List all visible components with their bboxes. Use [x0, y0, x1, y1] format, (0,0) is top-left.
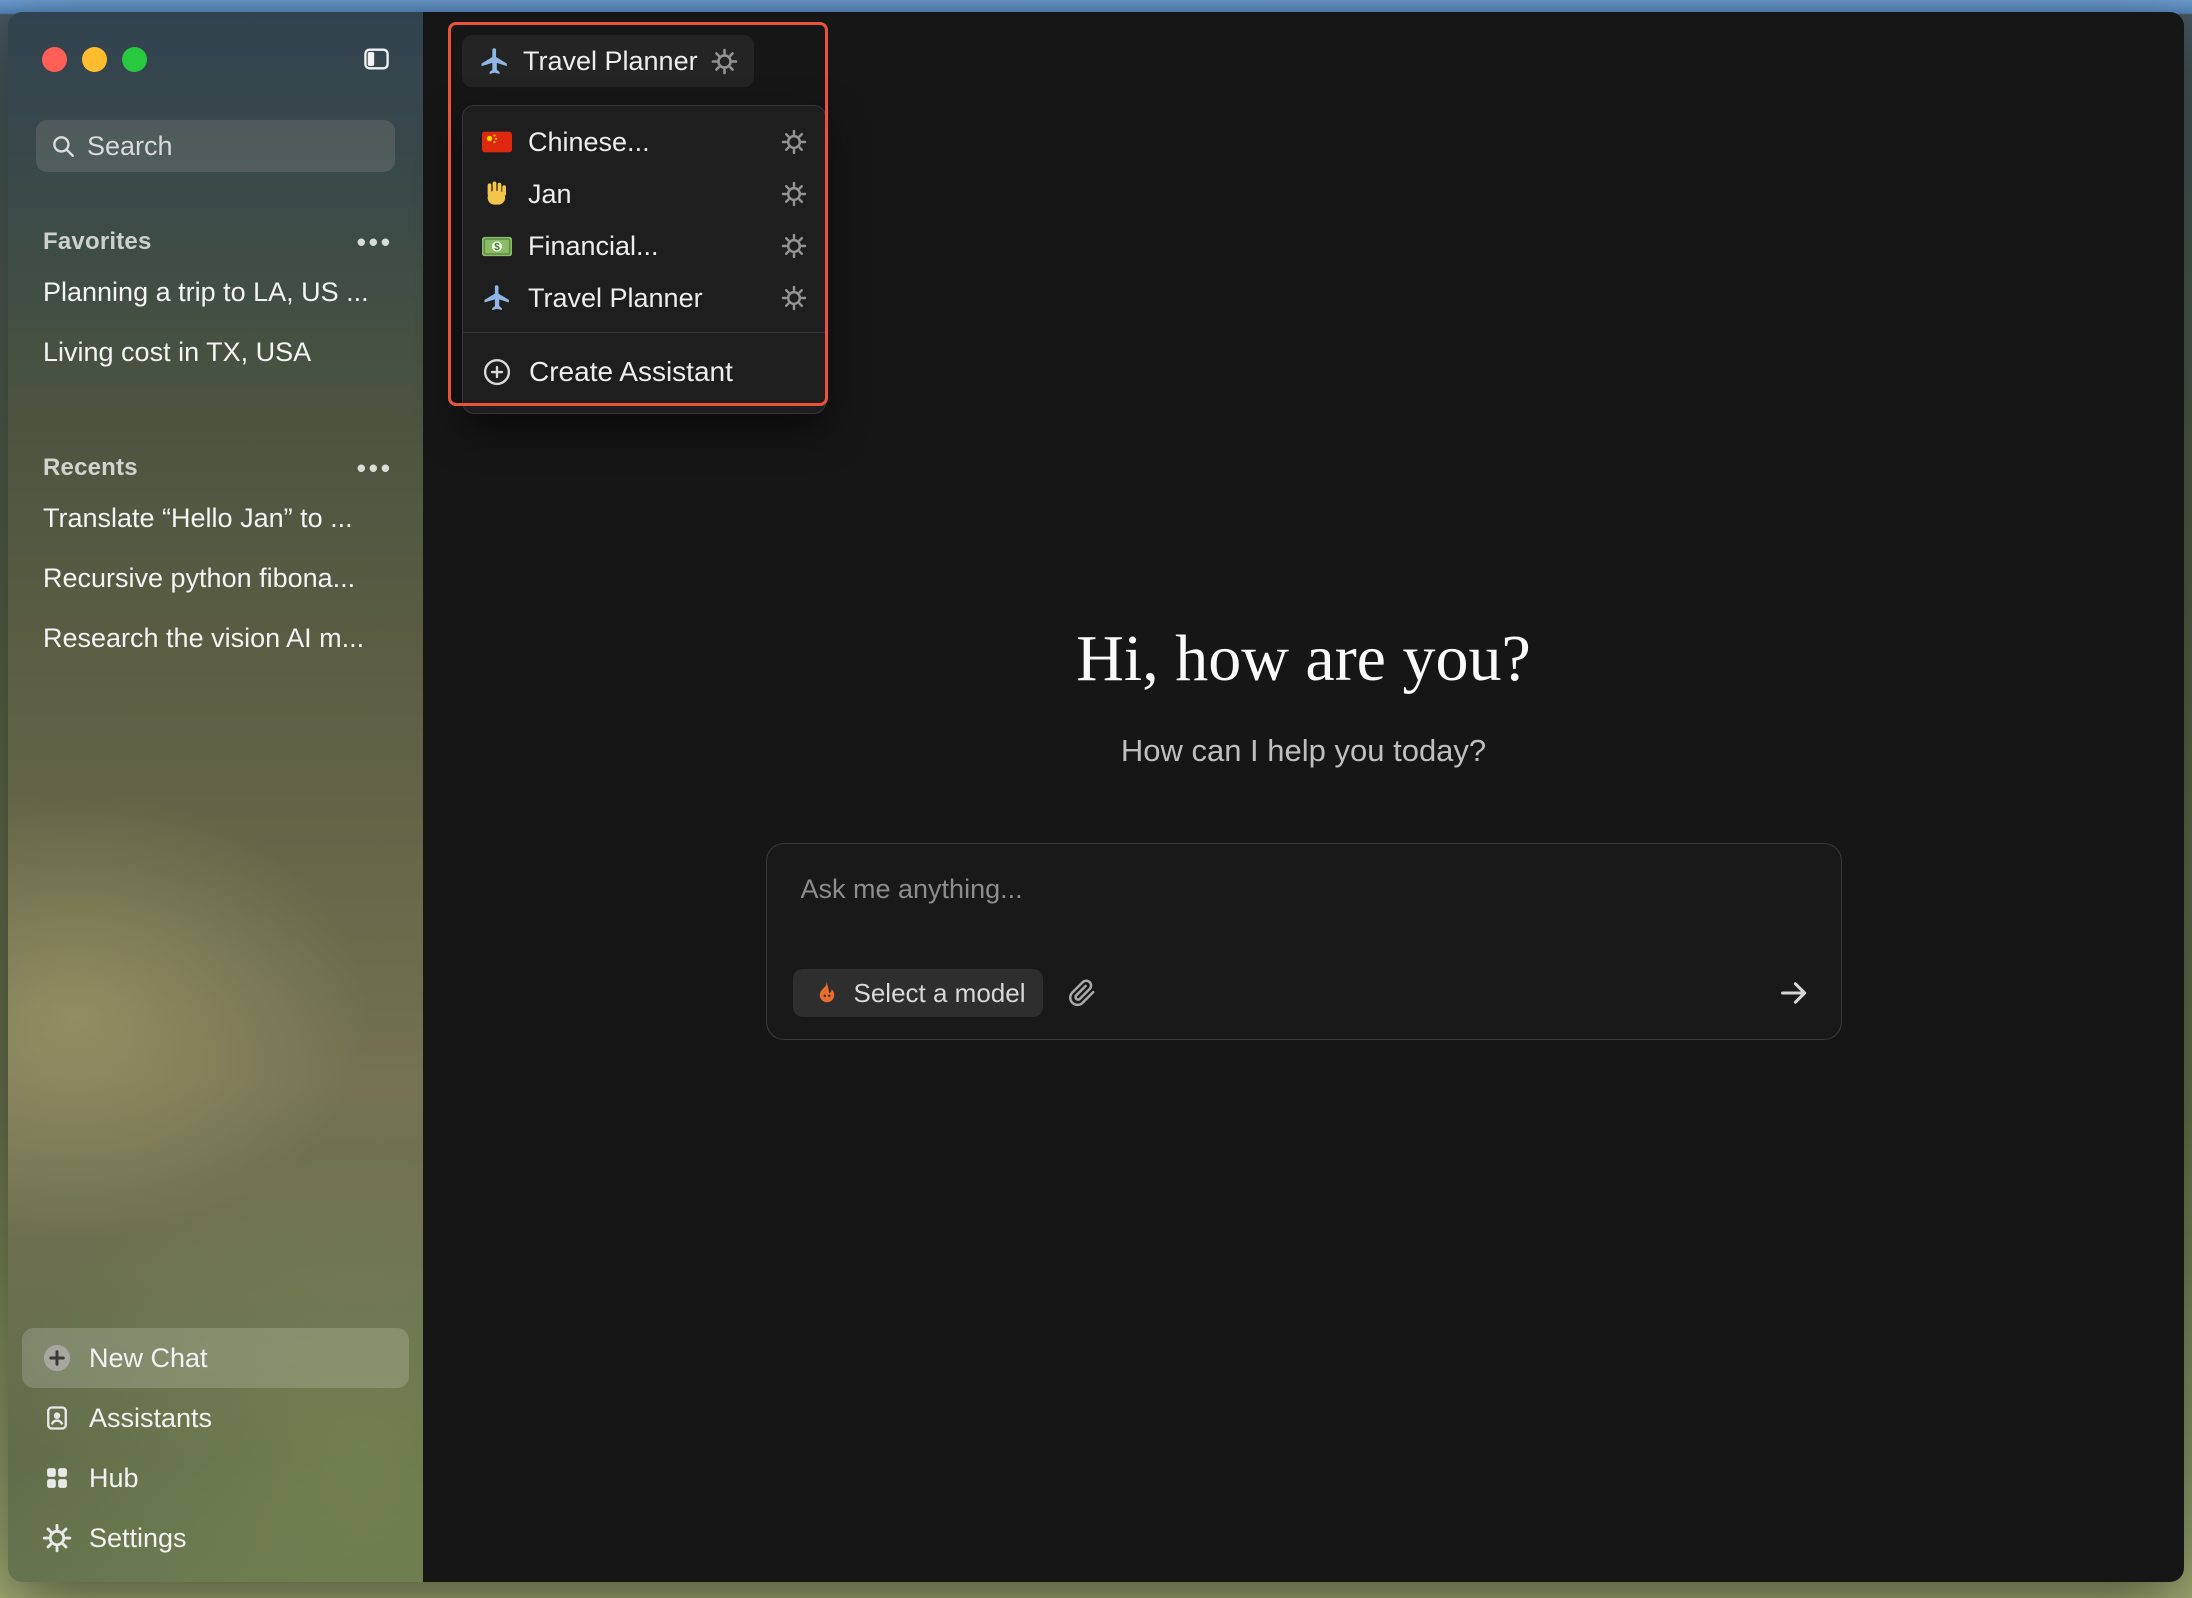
greeting-title: Hi, how are you?: [1076, 624, 1531, 693]
sidebar-footer: New Chat Assistants Hub Settings: [8, 1328, 423, 1582]
minimize-button[interactable]: [82, 47, 107, 72]
welcome-area: Hi, how are you? How can I help you toda…: [423, 624, 2184, 1040]
menu-divider: [463, 332, 825, 333]
recents-section: Recents ••• Translate “Hello Jan” to ...…: [8, 448, 423, 668]
new-chat-button[interactable]: New Chat: [22, 1328, 409, 1388]
chat-item[interactable]: Living cost in TX, USA: [8, 322, 423, 382]
grid-icon: [42, 1463, 72, 1493]
new-chat-label: New Chat: [89, 1343, 208, 1374]
create-assistant-button[interactable]: Create Assistant: [463, 341, 825, 403]
chat-item[interactable]: Research the vision AI m...: [8, 608, 423, 668]
hub-button[interactable]: Hub: [22, 1448, 409, 1508]
titlebar: [8, 12, 423, 74]
model-provider-icon: [811, 978, 841, 1008]
chat-item[interactable]: Translate “Hello Jan” to ...: [8, 488, 423, 548]
settings-button[interactable]: Settings: [22, 1508, 409, 1568]
hub-label: Hub: [89, 1463, 139, 1494]
main-panel: Travel Planner Chinese... Jan: [423, 12, 2184, 1582]
assistant-badge-icon: [42, 1403, 72, 1433]
gear-icon: [42, 1523, 72, 1553]
plus-icon: [42, 1343, 72, 1373]
model-select-label: Select a model: [854, 978, 1026, 1009]
recents-label: Recents: [43, 454, 138, 482]
chat-item[interactable]: Recursive python fibona...: [8, 548, 423, 608]
airplane-icon: [478, 45, 510, 77]
favorites-section: Favorites ••• Planning a trip to LA, US …: [8, 222, 423, 382]
assistant-item-settings-icon[interactable]: [781, 129, 807, 155]
search-icon: [50, 133, 76, 159]
model-select-button[interactable]: Select a model: [793, 969, 1044, 1017]
zoom-button[interactable]: [122, 47, 147, 72]
assistant-selector[interactable]: Travel Planner: [462, 35, 754, 87]
window-controls: [42, 47, 147, 72]
assistant-menu: Chinese... Jan Financial...: [462, 105, 826, 414]
plus-circle-icon: [481, 356, 513, 388]
arrow-right-icon: [1777, 976, 1811, 1010]
assistant-settings-icon[interactable]: [711, 48, 738, 75]
attach-button[interactable]: [1067, 978, 1097, 1008]
assistant-menu-item[interactable]: Travel Planner: [463, 272, 825, 324]
recents-more-button[interactable]: •••: [357, 455, 393, 481]
assistant-item-settings-icon[interactable]: [781, 181, 807, 207]
composer-toolbar: Select a model: [793, 969, 1811, 1017]
assistant-menu-item[interactable]: Chinese...: [463, 116, 825, 168]
assistant-item-settings-icon[interactable]: [781, 233, 807, 259]
search-input[interactable]: [87, 131, 441, 162]
sidebar-sections: Favorites ••• Planning a trip to LA, US …: [8, 172, 423, 1328]
greeting-subtitle: How can I help you today?: [1121, 733, 1486, 769]
assistant-menu-item[interactable]: Jan: [463, 168, 825, 220]
chat-item[interactable]: Planning a trip to LA, US ...: [8, 262, 423, 322]
assistant-name: Travel Planner: [523, 46, 698, 77]
assistants-label: Assistants: [89, 1403, 212, 1434]
send-button[interactable]: [1777, 976, 1811, 1010]
sidebar-toggle-icon[interactable]: [359, 44, 393, 74]
assistant-menu-item[interactable]: Financial...: [463, 220, 825, 272]
settings-label: Settings: [89, 1523, 187, 1554]
paperclip-icon: [1067, 978, 1097, 1008]
message-composer[interactable]: Select a model: [766, 843, 1842, 1040]
close-button[interactable]: [42, 47, 67, 72]
china-flag-icon: [481, 126, 513, 158]
sidebar: Favorites ••• Planning a trip to LA, US …: [8, 12, 423, 1582]
favorites-more-button[interactable]: •••: [357, 229, 393, 255]
assistants-button[interactable]: Assistants: [22, 1388, 409, 1448]
dollar-banknote-icon: [481, 230, 513, 262]
search-bar[interactable]: [36, 120, 395, 172]
message-input[interactable]: [801, 874, 1807, 905]
airplane-icon: [481, 282, 513, 314]
favorites-label: Favorites: [43, 228, 152, 256]
app-window: Favorites ••• Planning a trip to LA, US …: [8, 12, 2184, 1582]
waving-hand-icon: [481, 178, 513, 210]
assistant-item-settings-icon[interactable]: [781, 285, 807, 311]
